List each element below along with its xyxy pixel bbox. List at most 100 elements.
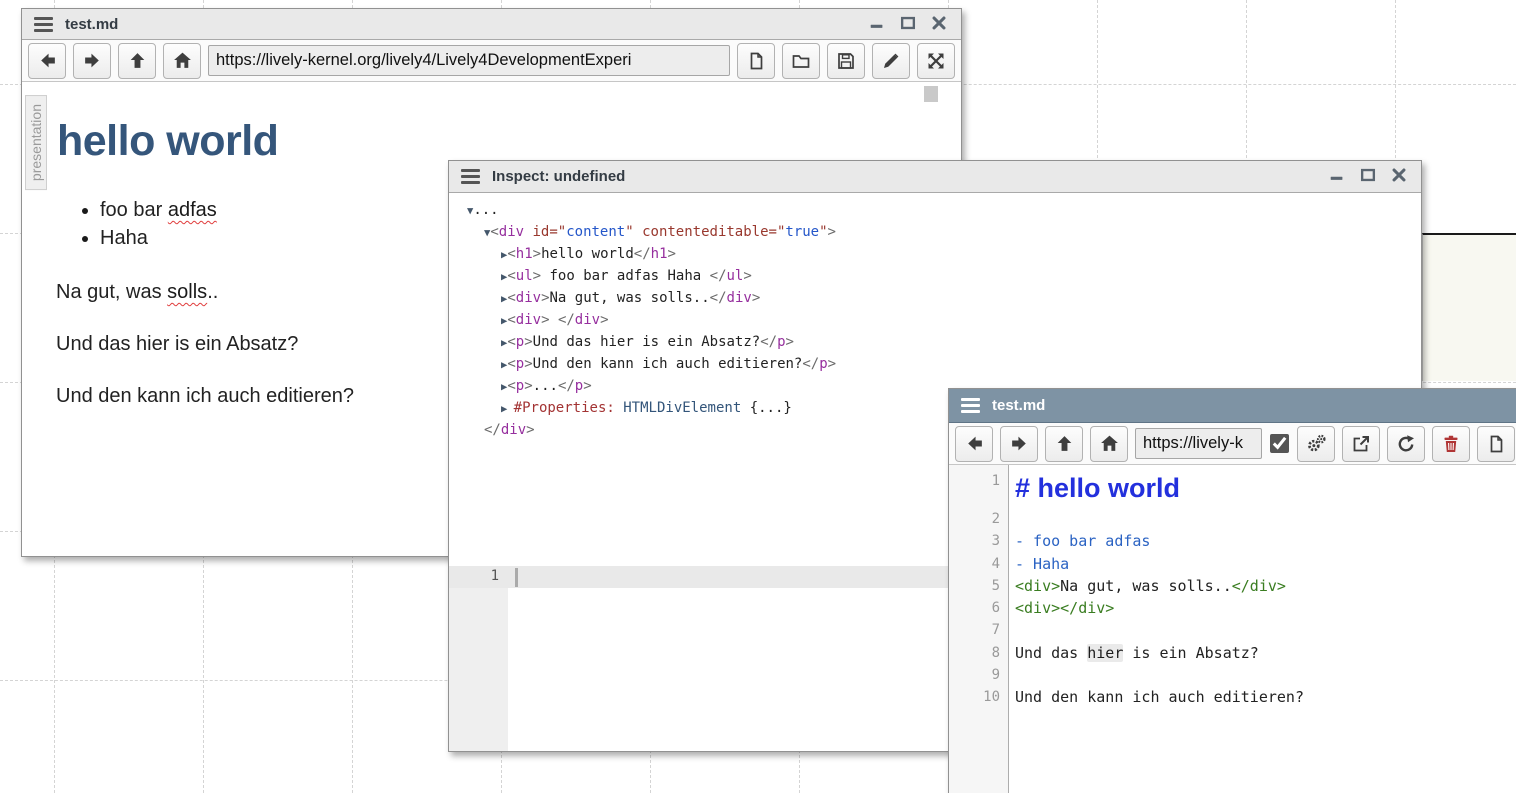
- save-button[interactable]: [827, 43, 865, 79]
- window-menu-button[interactable]: [961, 398, 980, 413]
- dom-tree-node[interactable]: ▶<p>Und den kann ich auch editieren?</p>: [449, 353, 1421, 375]
- expand-button[interactable]: [917, 43, 955, 79]
- option-checkbox[interactable]: [1270, 434, 1289, 453]
- window-controls: [1327, 167, 1409, 187]
- code-segment-plain: foo bar adfas Haha: [541, 268, 710, 284]
- code-segment-html-tag: <div>: [1015, 577, 1060, 595]
- code-editor[interactable]: 1# hello world23- foo bar adfas4- Haha5<…: [949, 465, 1516, 793]
- code-segment-brk: <: [507, 246, 515, 262]
- home-button[interactable]: [1090, 426, 1128, 462]
- code-segment-brk: >: [526, 422, 534, 438]
- code-segment-brk: >: [600, 312, 608, 328]
- dom-tree-node[interactable]: ▼...: [449, 199, 1421, 221]
- preview-heading: hello world: [57, 116, 961, 166]
- url-input[interactable]: [208, 45, 730, 76]
- code-line: Und den kann ich auch editieren?: [1009, 686, 1304, 708]
- up-icon: [127, 50, 148, 71]
- external-link-button[interactable]: [1342, 426, 1380, 462]
- code-segment-tag: p: [819, 356, 827, 372]
- code-segment-attr: ": [625, 224, 642, 240]
- refresh-button[interactable]: [1387, 426, 1425, 462]
- code-segment-plain: ..: [207, 281, 218, 303]
- window-menu-button[interactable]: [461, 169, 480, 184]
- code-segment-tag: p: [777, 334, 785, 350]
- maximize-button[interactable]: [898, 14, 918, 34]
- home-icon: [172, 50, 193, 71]
- edit-icon: [881, 51, 901, 71]
- code-segment-brk: >: [541, 290, 549, 306]
- up-icon: [1054, 433, 1075, 454]
- code-segment-tag: div: [575, 312, 600, 328]
- line-number: 10: [949, 686, 1009, 708]
- forward-button[interactable]: [73, 43, 111, 79]
- code-segment-plain: Und das: [1015, 644, 1087, 662]
- scrollbar-thumb[interactable]: [924, 86, 938, 102]
- minimize-button[interactable]: [867, 14, 887, 34]
- code-segment-arrow: ▶: [501, 403, 514, 415]
- maximize-button[interactable]: [1358, 167, 1378, 187]
- line-number: 7: [949, 619, 1009, 641]
- editor-row: 5<div>Na gut, was solls..</div>: [949, 575, 1516, 597]
- new-file-icon: [746, 51, 766, 71]
- editor-row: 2: [949, 508, 1516, 530]
- window-title: test.md: [65, 16, 118, 33]
- external-link-icon: [1351, 434, 1371, 454]
- minimize-button[interactable]: [1327, 167, 1347, 187]
- window-markdown-editor: test.md 1# hello world23- foo bar adfas4…: [948, 388, 1516, 793]
- titlebar[interactable]: test.md: [949, 389, 1516, 423]
- trash-button[interactable]: [1432, 426, 1470, 462]
- code-segment-brk: </: [710, 268, 727, 284]
- code-segment-plain: Und das hier is ein Absatz?: [56, 333, 298, 355]
- url-input[interactable]: [1135, 428, 1262, 459]
- maximize-icon: [1359, 166, 1377, 187]
- window-menu-button[interactable]: [34, 17, 53, 32]
- code-segment-brk: >: [752, 290, 760, 306]
- line-number: 3: [949, 530, 1009, 552]
- code-segment-miss: adfas: [168, 199, 217, 221]
- maximize-icon: [899, 14, 917, 35]
- presentation-tab[interactable]: presentation: [25, 95, 47, 190]
- code-segment-plain: [615, 400, 623, 416]
- code-line: - Haha: [1009, 553, 1069, 575]
- dom-tree-node[interactable]: ▶<ul> foo bar adfas Haha </ul>: [449, 265, 1421, 287]
- editor-row: 1# hello world: [949, 470, 1516, 508]
- back-button[interactable]: [28, 43, 66, 79]
- dom-tree-node[interactable]: ▶<div>Na gut, was solls..</div>: [449, 287, 1421, 309]
- up-button[interactable]: [118, 43, 156, 79]
- code-segment-brk: <: [490, 224, 498, 240]
- forward-button[interactable]: [1000, 426, 1038, 462]
- line-number: 1: [949, 470, 1009, 492]
- window-title: Inspect: undefined: [492, 168, 625, 185]
- dom-tree-node[interactable]: ▶<p>Und das hier is ein Absatz?</p>: [449, 331, 1421, 353]
- titlebar[interactable]: Inspect: undefined: [449, 161, 1421, 193]
- code-segment-brk: >: [524, 334, 532, 350]
- open-folder-button[interactable]: [782, 43, 820, 79]
- dom-tree-node[interactable]: ▼<div id="content" contenteditable="true…: [449, 221, 1421, 243]
- close-button[interactable]: [1389, 167, 1409, 187]
- dom-tree-node[interactable]: ▶<div> </div>: [449, 309, 1421, 331]
- new-file-button[interactable]: [737, 43, 775, 79]
- titlebar[interactable]: test.md: [22, 9, 961, 40]
- code-segment-brk: <: [507, 290, 515, 306]
- close-button[interactable]: [929, 14, 949, 34]
- edit-button[interactable]: [872, 43, 910, 79]
- home-button[interactable]: [163, 43, 201, 79]
- code-segment-brk: >: [743, 268, 751, 284]
- code-line: <div>Na gut, was solls..</div>: [1009, 575, 1286, 597]
- code-segment-brk: >: [533, 246, 541, 262]
- cogs-button[interactable]: [1297, 426, 1335, 462]
- up-button[interactable]: [1045, 426, 1083, 462]
- back-button[interactable]: [955, 426, 993, 462]
- code-segment-tag: h1: [651, 246, 668, 262]
- editor-row: 10Und den kann ich auch editieren?: [949, 686, 1516, 708]
- code-segment-attr: ": [819, 224, 827, 240]
- new-file-button[interactable]: [1477, 426, 1515, 462]
- code-segment-tag: div: [516, 312, 541, 328]
- dom-tree-node[interactable]: ▶<h1>hello world</h1>: [449, 243, 1421, 265]
- window-controls: [867, 14, 949, 34]
- text-cursor: [515, 568, 518, 587]
- code-segment-brk: </: [760, 334, 777, 350]
- code-segment-brk: >: [583, 378, 591, 394]
- desktop-background: test.md presentation hello world foo bar…: [0, 0, 1516, 793]
- back-icon: [964, 433, 985, 454]
